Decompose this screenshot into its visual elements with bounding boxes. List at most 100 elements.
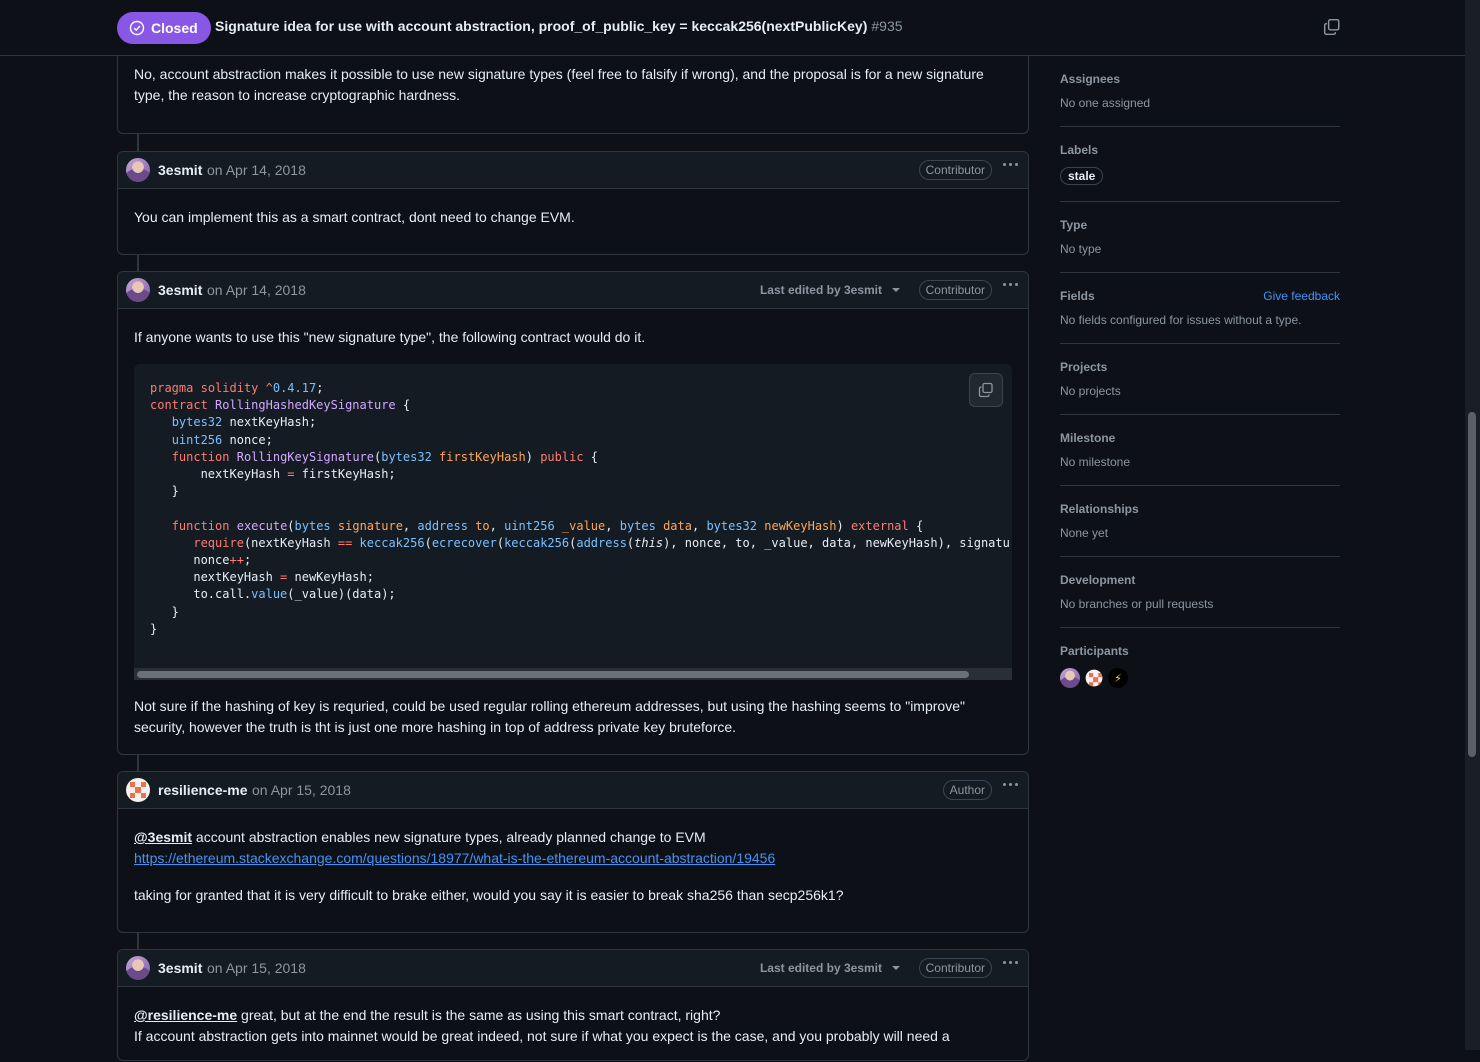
copy-code-button[interactable]	[969, 373, 1003, 407]
role-badge: Contributor	[918, 160, 992, 180]
comment-author[interactable]: 3esmit	[158, 282, 202, 298]
code-horizontal-scrollbar[interactable]	[134, 668, 1012, 680]
participant-avatar[interactable]	[1085, 669, 1103, 687]
code-line: }	[150, 484, 179, 499]
code-line: nextKeyHash = firstKeyHash;	[150, 467, 396, 482]
comment-header: 3esmit on Apr 14, 2018 Last edited by 3e…	[118, 272, 1028, 309]
comment: 3esmit on Apr 14, 2018 Contributor You c…	[117, 151, 1029, 255]
comment-date[interactable]: on Apr 14, 2018	[207, 162, 306, 178]
comment-intro: If anyone wants to use this "new signatu…	[134, 329, 646, 345]
sidebar-type[interactable]: Type No type	[1060, 202, 1340, 273]
comment-paragraph: taking for granted that it is very diffi…	[134, 887, 844, 903]
code-line: bytes32 nextKeyHash;	[171, 415, 317, 430]
avatar[interactable]	[126, 278, 150, 302]
comment-body: You can implement this as a smart contra…	[134, 209, 575, 225]
sidebar-fields: Fields Give feedback No fields configure…	[1060, 273, 1340, 344]
code-line: }	[150, 621, 158, 636]
comment-author[interactable]: 3esmit	[158, 960, 202, 976]
sidebar-assignees[interactable]: Assignees No one assigned	[1060, 56, 1340, 127]
role-badge: Contributor	[918, 958, 992, 978]
comment-text: account abstraction enables new signatur…	[192, 829, 706, 845]
code-line: nextKeyHash = newKeyHash;	[150, 570, 374, 585]
issue-number: #935	[871, 18, 903, 34]
edited-label: Last edited by 3esmit	[759, 283, 882, 297]
copy-icon	[978, 382, 993, 398]
comment-paragraph: @3esmit account abstraction enables new …	[134, 827, 1012, 869]
timeline-connector	[137, 932, 139, 949]
sidebar-title: Labels	[1060, 143, 1099, 157]
comment: 3esmit on Apr 14, 2018 Last edited by 3e…	[117, 271, 1029, 755]
code-line: function RollingKeySignature(bytes32 fir…	[171, 449, 599, 464]
code-content: pragma solidity ^0.4.17; contract Rollin…	[134, 364, 1012, 668]
role-badge: Author	[942, 780, 992, 800]
comment-options-icon[interactable]	[1003, 961, 1018, 964]
sidebar-value: No fields configured for issues without …	[1060, 313, 1302, 327]
comment-options-icon[interactable]	[1003, 283, 1018, 286]
closed-check-icon	[129, 20, 145, 36]
scrollbar-thumb[interactable]	[137, 671, 969, 678]
code-line: nonce++;	[150, 553, 252, 568]
sidebar-title: Milestone	[1060, 431, 1116, 445]
sidebar-participants: Participants ⚡	[1060, 628, 1340, 704]
sidebar-value: No one assigned	[1060, 96, 1151, 110]
comment-author[interactable]: 3esmit	[158, 162, 202, 178]
comment-body: No, account abstraction makes it possibl…	[134, 66, 984, 103]
sticky-issue-header: Closed Signature idea for use with accou…	[0, 0, 1465, 56]
comment-text: great, but at the end the result is the …	[237, 1007, 721, 1023]
participants-list: ⚡	[1060, 668, 1340, 688]
user-mention-link[interactable]: @resilience-me	[134, 1007, 237, 1023]
comment-date[interactable]: on Apr 15, 2018	[252, 782, 351, 798]
code-line: contract RollingHashedKeySignature {	[150, 398, 411, 413]
comment-options-icon[interactable]	[1003, 163, 1018, 166]
label-stale[interactable]: stale	[1060, 167, 1104, 185]
issue-title-text: Signature idea for use with account abst…	[215, 18, 868, 34]
sidebar-value: No type	[1060, 242, 1102, 256]
sidebar-value: No projects	[1060, 384, 1121, 398]
sidebar-labels[interactable]: Labels stale	[1060, 127, 1340, 202]
comment-author[interactable]: resilience-me	[158, 782, 248, 798]
issue-title: Signature idea for use with account abst…	[215, 18, 903, 34]
sidebar-value: No milestone	[1060, 455, 1131, 469]
sidebar-title: Type	[1060, 218, 1088, 232]
avatar[interactable]	[126, 158, 150, 182]
participant-avatar[interactable]	[1060, 668, 1080, 688]
edit-history-dropdown[interactable]: Last edited by 3esmit	[760, 961, 900, 975]
page-scrollbar-thumb[interactable]	[1468, 412, 1476, 757]
external-link[interactable]: https://ethereum.stackexchange.com/quest…	[134, 850, 775, 866]
sidebar-title: Relationships	[1060, 502, 1139, 516]
sidebar-milestone[interactable]: Milestone No milestone	[1060, 415, 1340, 486]
timeline-connector	[137, 254, 139, 271]
comment-options-icon[interactable]	[1003, 783, 1018, 786]
comment-date[interactable]: on Apr 15, 2018	[207, 960, 306, 976]
caret-down-icon	[892, 966, 900, 970]
give-feedback-link[interactable]: Give feedback	[1263, 289, 1340, 303]
timeline-connector	[137, 134, 139, 151]
code-line: uint256 nonce;	[171, 432, 273, 447]
sidebar-projects[interactable]: Projects No projects	[1060, 344, 1340, 415]
comment-date[interactable]: on Apr 14, 2018	[207, 282, 306, 298]
edit-history-dropdown[interactable]: Last edited by 3esmit	[760, 283, 900, 297]
code-line: to.call.value(_value)(data);	[150, 587, 396, 602]
sidebar-relationships[interactable]: Relationships None yet	[1060, 486, 1340, 557]
participant-avatar[interactable]: ⚡	[1108, 668, 1128, 688]
role-badge: Contributor	[918, 280, 992, 300]
issue-sidebar: Assignees No one assigned Labels stale T…	[1060, 56, 1340, 704]
comment: 3esmit on Apr 15, 2018 Last edited by 3e…	[117, 949, 1029, 1061]
sidebar-title: Projects	[1060, 360, 1108, 374]
state-badge-closed: Closed	[117, 12, 211, 44]
comment-outro: Not sure if the hashing of key is requri…	[134, 698, 965, 735]
lightning-icon: ⚡	[1114, 672, 1122, 685]
code-line: }	[150, 604, 179, 619]
user-mention-link[interactable]: @3esmit	[134, 829, 192, 845]
copy-link-icon[interactable]	[1323, 18, 1341, 39]
avatar[interactable]	[126, 956, 150, 980]
avatar[interactable]	[126, 778, 150, 802]
sidebar-title: Participants	[1060, 644, 1129, 658]
comment: resilience-me on Apr 15, 2018 Author @3e…	[117, 771, 1029, 933]
code-line: function execute(bytes signature, addres…	[171, 518, 924, 533]
sidebar-development[interactable]: Development No branches or pull requests	[1060, 557, 1340, 628]
code-line: require(nextKeyHash == keccak256(ecrecov…	[193, 535, 1012, 550]
caret-down-icon	[892, 288, 900, 292]
sidebar-value: None yet	[1060, 526, 1109, 540]
comment-paragraph: @resilience-me great, but at the end the…	[134, 1005, 1012, 1047]
